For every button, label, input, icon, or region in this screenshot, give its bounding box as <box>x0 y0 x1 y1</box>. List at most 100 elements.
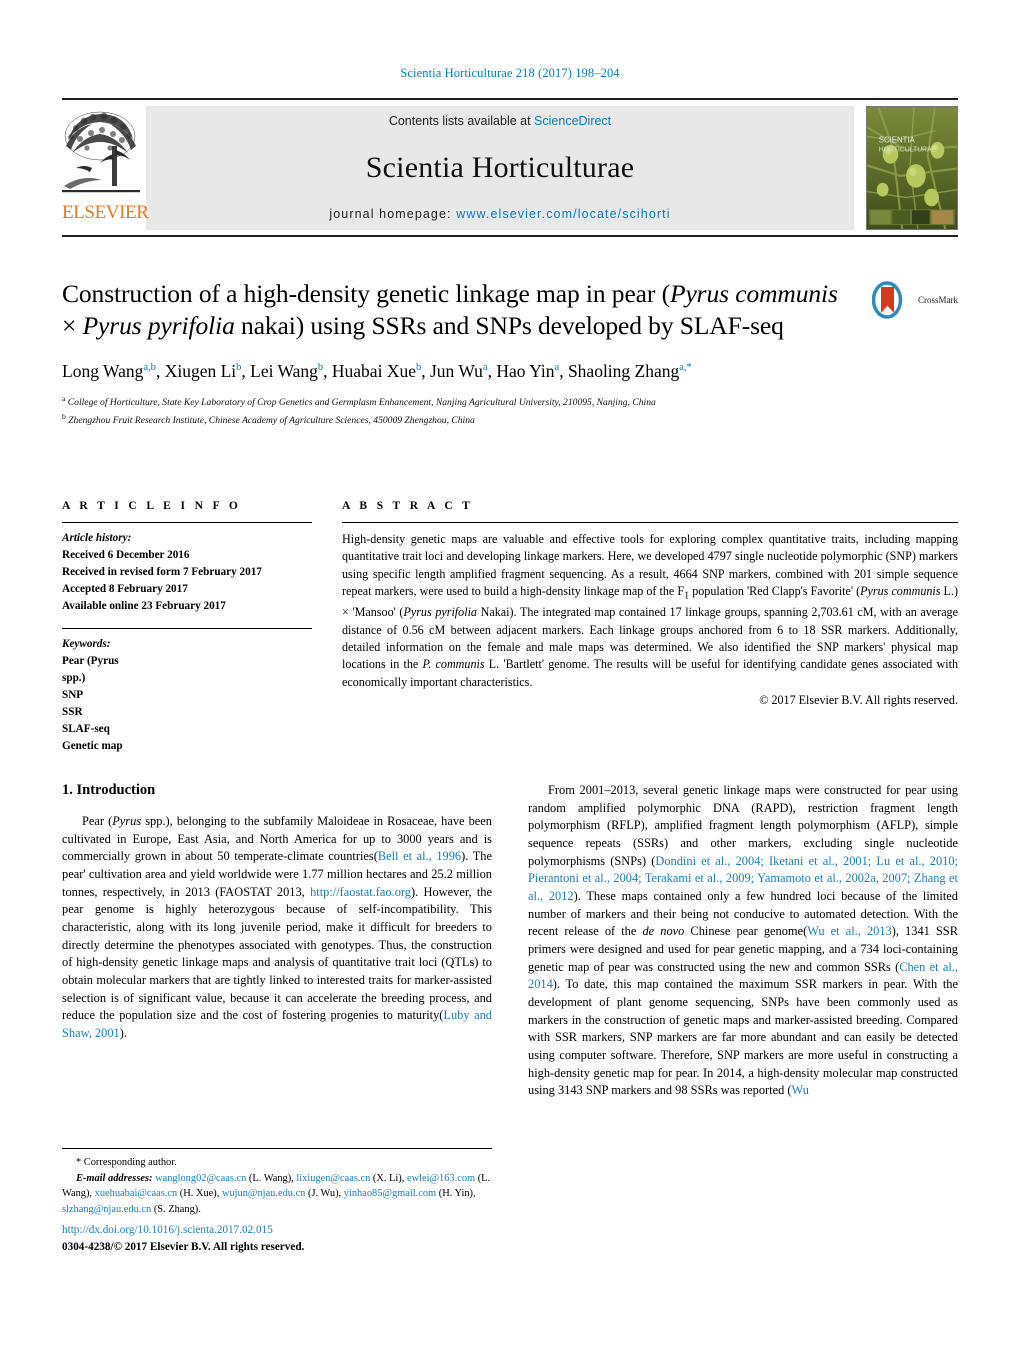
abstract-italic: Pyrus communis <box>860 584 941 599</box>
email-owner: (H. Yin), <box>436 1188 476 1200</box>
author-affil-marker: a,b <box>143 362 156 374</box>
external-url-link[interactable]: http://faostat.fao.org <box>310 885 411 899</box>
keyword-item: Pear (Pyrus <box>62 655 119 668</box>
svg-text:SCIENTIA: SCIENTIA <box>879 135 916 144</box>
title-italic-2: Pyrus pyrifolia <box>82 310 235 340</box>
abstract-text: High-density genetic maps are valuable a… <box>342 523 958 691</box>
email-link[interactable]: yinhao85@gmail.com <box>344 1188 436 1199</box>
elsevier-logo: ELSEVIER <box>62 106 149 230</box>
author-entry: Hao Yina, <box>496 361 568 382</box>
citation-link[interactable]: Wu et al., 2013 <box>807 924 892 938</box>
article-history-group: Article history: Received 6 December 201… <box>62 523 312 615</box>
title-italic-1: Pyrus communis <box>669 279 838 308</box>
affiliation-marker: a <box>62 394 66 404</box>
sciencedirect-link[interactable]: ScienceDirect <box>534 114 611 128</box>
masthead-bottom-rule <box>62 235 958 237</box>
article-info-column: A R T I C L E I N F O Article history: R… <box>62 500 312 755</box>
crossmark-badge-group[interactable]: CrossMark <box>866 280 958 320</box>
journal-homepage-link[interactable]: www.elsevier.com/locate/scihorti <box>456 207 670 221</box>
author-name: Lei Wang <box>250 361 318 382</box>
author-entry: Xiugen Lib, <box>164 361 251 382</box>
intro-paragraph-right: From 2001–2013, several genetic linkage … <box>528 782 958 1100</box>
article-title: Construction of a high-density genetic l… <box>62 278 852 341</box>
affiliation-marker: b <box>62 411 66 421</box>
citation-link[interactable]: Wu <box>792 1083 809 1097</box>
keyword-item: SSR <box>62 706 83 719</box>
article-info-heading: A R T I C L E I N F O <box>62 500 242 512</box>
email-link[interactable]: ewlei@163.com <box>407 1173 475 1184</box>
crossmark-label: CrossMark <box>918 295 958 305</box>
body-left-column: 1. Introduction Pear (Pyrus spp.), belon… <box>62 782 492 1100</box>
intro-paragraph-left: Pear (Pyrus spp.), belonging to the subf… <box>62 813 492 1043</box>
article-page: Scientia Horticulturae 218 (2017) 198–20… <box>0 0 1020 1351</box>
footnote-block: * Corresponding author. E-mail addresses… <box>62 1148 492 1217</box>
affiliation-item: a College of Horticulture, State Key Lab… <box>62 393 958 411</box>
abstract-italic: P. communis <box>422 657 485 672</box>
contents-prefix-text: Contents lists available at <box>388 114 535 128</box>
history-item: Received 6 December 2016 <box>62 549 190 562</box>
journal-homepage-line: journal homepage: www.elsevier.com/locat… <box>329 207 670 221</box>
title-part-2: nakai) using SSRs and SNPs developed by … <box>234 310 784 340</box>
keyword-item: SLAF-seq <box>62 723 110 736</box>
homepage-prefix-text: journal homepage: <box>329 207 457 221</box>
email-label: E-mail addresses: <box>76 1172 153 1184</box>
email-link[interactable]: xuehuabai@caas.cn <box>95 1188 178 1199</box>
email-owner: (S. Zhang). <box>151 1203 201 1215</box>
intro-italic: de novo <box>642 924 685 939</box>
masthead-center-band: Contents lists available at ScienceDirec… <box>146 106 854 230</box>
email-link[interactable]: wujun@njau.edu.cn <box>222 1188 305 1199</box>
doi-block: http://dx.doi.org/10.1016/j.scienta.2017… <box>62 1222 492 1256</box>
affiliation-item: b Zhengzhou Fruit Research Institute, Ch… <box>62 411 958 429</box>
keywords-group: Keywords: Pear (Pyrus spp.) SNP SSR SLAF… <box>62 628 312 755</box>
article-history-label: Article history: <box>62 532 132 544</box>
email-owner: (X. Li), <box>370 1172 407 1184</box>
title-mid: × <box>62 310 83 340</box>
doi-link[interactable]: http://dx.doi.org/10.1016/j.scienta.2017… <box>62 1222 492 1239</box>
issn-copyright-line: 0304-4238/© 2017 Elsevier B.V. All right… <box>62 1240 305 1253</box>
email-link[interactable]: slzhang@njau.edu.cn <box>62 1204 151 1215</box>
corresponding-author-note: * Corresponding author. <box>76 1157 177 1168</box>
author-entry: Jun Wua, <box>429 361 497 382</box>
abstract-heading: A B S T R A C T <box>342 500 474 512</box>
citation-link[interactable]: Bell et al., 1996 <box>378 849 461 863</box>
elsevier-wordmark: ELSEVIER <box>62 202 149 223</box>
intro-seg: ). <box>119 1026 127 1041</box>
affiliation-text: Zhengzhou Fruit Research Institute, Chin… <box>68 415 475 427</box>
elsevier-tree-icon <box>62 111 140 193</box>
intro-italic: Pyrus <box>112 814 142 828</box>
abstract-italic: Pyrus pyrifolia <box>403 605 477 620</box>
author-name: Shaoling Zhang <box>567 361 680 382</box>
keyword-item: Genetic map <box>62 740 123 753</box>
email-link[interactable]: lixiugen@caas.cn <box>296 1173 370 1184</box>
author-affil-marker: a,* <box>679 362 692 374</box>
author-affil-marker: b <box>236 362 242 374</box>
abstract-column: A B S T R A C T High-density genetic map… <box>342 500 958 755</box>
title-block: CrossMark Construction of a high-density… <box>62 278 958 429</box>
affiliation-text: College of Horticulture, State Key Labor… <box>67 397 656 409</box>
abstract-seg: population 'Red Clapp's Favorite' ( <box>689 584 861 599</box>
running-head: Scientia Horticulturae 218 (2017) 198–20… <box>400 66 620 80</box>
body-right-column: From 2001–2013, several genetic linkage … <box>528 782 958 1100</box>
cover-artwork: SCIENTIA HORTICULTURAE <box>867 107 957 229</box>
author-affil-marker: b <box>415 362 422 374</box>
journal-cover-thumbnail: SCIENTIA HORTICULTURAE <box>866 106 958 230</box>
email-owner: (L. Wang), <box>246 1172 297 1184</box>
author-entry: Huabai Xueb, <box>331 361 430 382</box>
journal-title: Scientia Horticulturae <box>365 150 635 184</box>
author-entry: Lei Wangb, <box>250 361 332 382</box>
author-name: Hao Yin <box>496 361 555 382</box>
contents-available-line: Contents lists available at ScienceDirec… <box>389 114 611 128</box>
keyword-item: SNP <box>62 689 84 702</box>
section-heading-introduction: 1. Introduction <box>62 782 156 798</box>
history-item: Available online 23 February 2017 <box>62 600 226 613</box>
intro-seg: Chinese pear genome( <box>684 924 808 939</box>
email-link[interactable]: wanglong02@caas.cn <box>155 1173 246 1184</box>
author-name: Huabai Xue <box>331 361 416 382</box>
author-affil-marker: a <box>554 362 560 374</box>
history-item: Accepted 8 February 2017 <box>62 583 188 596</box>
title-part-1: Construction of a high-density genetic l… <box>62 279 670 308</box>
keyword-item: spp.) <box>62 672 86 685</box>
info-abstract-section: A R T I C L E I N F O Article history: R… <box>62 500 958 755</box>
author-affil-marker: a <box>482 362 488 374</box>
author-name: Xiugen Li <box>164 361 237 382</box>
